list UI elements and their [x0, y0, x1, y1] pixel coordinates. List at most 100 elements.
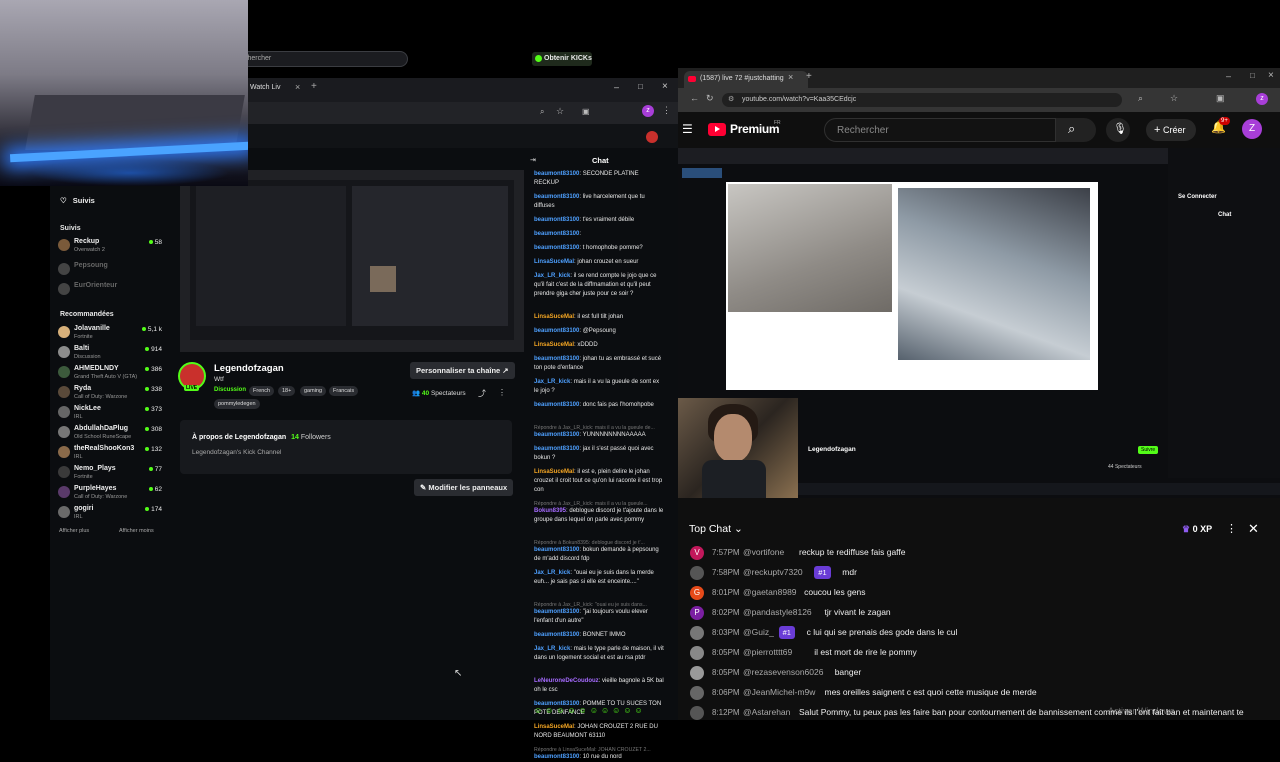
profile-avatar[interactable]: z [1256, 93, 1268, 105]
chat-username[interactable]: beaumont83100 [534, 547, 579, 553]
sidebar-item-ryda[interactable]: Ryda Call of Duty: Warzone 338 [58, 384, 162, 402]
show-less-link[interactable]: Afficher moins [119, 528, 154, 534]
chat-username[interactable]: @pierrotttt69 [743, 647, 792, 657]
sidebar-item-gogiri[interactable]: gogiri IRL 174 [58, 504, 162, 522]
avatar[interactable] [690, 566, 704, 580]
kick-tab-title[interactable]: Watch Liv [250, 84, 280, 91]
youtube-logo-icon[interactable] [708, 123, 726, 136]
minimize-icon[interactable]: – [614, 82, 619, 92]
tag-chip[interactable]: pommyledegen [214, 399, 260, 409]
chat-username[interactable]: LinsaSuceMal [534, 724, 574, 730]
chat-username[interactable]: beaumont83100 [534, 217, 579, 223]
close-icon[interactable]: × [295, 82, 300, 92]
zoom-icon[interactable]: ⌕ [540, 107, 544, 117]
tag-chip[interactable]: 18+ [278, 386, 296, 396]
star-icon[interactable]: ☆ [556, 106, 564, 117]
avatar[interactable] [690, 706, 704, 720]
chat-username[interactable]: @pandastyle8126 [743, 607, 812, 617]
collapse-chat-icon[interactable]: ⇥ [530, 156, 536, 165]
youtube-video-player[interactable]: Se Connecter Chat Legendofzagan 44 Spect… [678, 148, 1280, 498]
chat-username[interactable]: @reckuptv7320 [743, 567, 803, 577]
sidebar-item-nemo-plays[interactable]: Nemo_Plays Fortnite 77 [58, 464, 162, 482]
edit-panels-button[interactable]: ✎ Modifier les panneaux [414, 479, 514, 496]
yt-search-input[interactable]: Rechercher [824, 118, 1056, 142]
chat-username[interactable]: @JeanMichel-m9w [743, 687, 815, 697]
avatar[interactable]: G [690, 586, 704, 600]
get-kicks-button[interactable]: Obtenir KICKs [532, 52, 592, 66]
chat-username[interactable]: @rezasevenson6026 [743, 667, 823, 677]
chat-username[interactable]: @Astarehan [743, 707, 790, 717]
sidebar-following-link[interactable]: ♡ Suivis [60, 196, 95, 205]
chat-username[interactable]: beaumont83100 [534, 609, 579, 615]
sidebar-item-jolavanille[interactable]: Jolavanille Fortnite 5,1 k [58, 324, 162, 342]
xp-counter[interactable]: ♛ 0 XP [1182, 524, 1212, 535]
chat-username[interactable]: Jax_LR_kick [534, 570, 570, 576]
chat-username[interactable]: beaumont83100 [534, 402, 579, 408]
reload-icon[interactable]: ↻ [706, 93, 714, 104]
chat-username[interactable]: LinsaSuceMal [534, 314, 574, 320]
back-icon[interactable]: ← [690, 93, 699, 103]
sidebar-item-purplehayes[interactable]: PurpleHayes Call of Duty: Warzone 62 [58, 484, 162, 502]
more-menu-icon[interactable]: ⋮ [662, 105, 671, 116]
youtube-premium-brand[interactable]: Premium [730, 122, 780, 136]
sidebar-item-abdullahdaplug[interactable]: AbdullahDaPlug Old School RuneScape 308 [58, 424, 162, 442]
more-options-icon[interactable]: ⋮ [498, 388, 506, 397]
chat-username[interactable]: beaumont83100 [534, 754, 579, 760]
chat-username[interactable]: beaumont83100 [534, 231, 579, 237]
avatar[interactable] [690, 626, 704, 640]
chat-username[interactable]: LinsaSuceMal [534, 342, 574, 348]
close-window-icon[interactable]: × [662, 81, 668, 92]
avatar[interactable]: V [690, 546, 704, 560]
maximize-icon[interactable]: □ [1250, 71, 1255, 80]
account-avatar[interactable]: Z [1242, 119, 1262, 139]
extensions-icon[interactable]: ▣ [1216, 93, 1225, 104]
chat-username[interactable]: beaumont83100 [534, 632, 579, 638]
chat-username[interactable]: Jax_LR_kick [534, 646, 570, 652]
tag-chip[interactable]: gaming [300, 386, 327, 396]
zoom-icon[interactable]: ⌕ [1138, 93, 1143, 104]
close-tab-icon[interactable]: × [788, 72, 793, 82]
close-window-icon[interactable]: × [1268, 70, 1274, 81]
chat-username[interactable]: beaumont83100 [534, 194, 579, 200]
avatar[interactable] [690, 686, 704, 700]
sidebar-item-reckup[interactable]: Reckup Overwatch 2 58 [58, 237, 162, 255]
voice-search-button[interactable]: 🎙 [1106, 118, 1130, 142]
profile-avatar[interactable]: z [642, 105, 654, 117]
chat-menu-icon[interactable]: ⋮ [1226, 522, 1237, 535]
tag-chip[interactable]: French [249, 386, 275, 396]
new-tab-icon[interactable]: + [311, 81, 317, 92]
top-chat-dropdown[interactable]: Top Chat ⌄ [689, 523, 743, 535]
chat-username[interactable]: @vortifone [743, 547, 784, 557]
hamburger-menu-icon[interactable]: ☰ [682, 122, 693, 136]
kick-search-input[interactable]: ⌕ Rechercher [220, 51, 408, 67]
sidebar-item-ahmedlndy[interactable]: AHMEDLNDY Grand Theft Auto V (GTA) 386 [58, 364, 162, 382]
create-button[interactable]: + Créer [1146, 119, 1196, 141]
emote-bar[interactable]: ☺☺☺☺☺☺☺☺☺☺ [534, 706, 646, 715]
chat-username[interactable]: beaumont83100 [534, 356, 579, 362]
chat-username[interactable]: beaumont83100 [534, 245, 579, 251]
minimize-icon[interactable]: – [1226, 71, 1231, 81]
customize-channel-button[interactable]: Personnaliser ta chaîne ↗ [410, 362, 515, 379]
avatar[interactable]: P [690, 606, 704, 620]
avatar[interactable] [690, 646, 704, 660]
maximize-icon[interactable]: □ [638, 82, 643, 91]
chat-username[interactable]: Jax_LR_kick [534, 379, 570, 385]
avatar[interactable] [690, 666, 704, 680]
sidebar-item-eurorienteur[interactable]: EurOrienteur [58, 281, 162, 299]
chat-username[interactable]: Jax_LR_kick [534, 273, 570, 279]
sidebar-item-balti[interactable]: Balti Discussion 914 [58, 344, 162, 362]
sidebar-item-therealshookon3[interactable]: theRealShooKon3 IRL 132 [58, 444, 162, 462]
sidebar-item-nicklee[interactable]: NickLee IRL 373 [58, 404, 162, 422]
star-icon[interactable]: ☆ [1170, 93, 1178, 104]
show-more-link[interactable]: Afficher plus [59, 528, 89, 534]
chat-username[interactable]: beaumont83100 [534, 432, 579, 438]
chat-username[interactable]: beaumont83100 [534, 328, 579, 334]
user-avatar[interactable] [646, 131, 658, 143]
tag-chip[interactable]: Francais [329, 386, 359, 396]
new-tab-icon[interactable]: + [806, 71, 812, 82]
sidebar-item-pepsoung[interactable]: Pepsoung [58, 261, 162, 279]
chat-username[interactable]: beaumont83100 [534, 171, 579, 177]
kick-video-player[interactable] [180, 170, 524, 352]
close-chat-icon[interactable]: ✕ [1248, 521, 1259, 537]
chat-username[interactable]: @gaetan8989 [743, 587, 797, 597]
